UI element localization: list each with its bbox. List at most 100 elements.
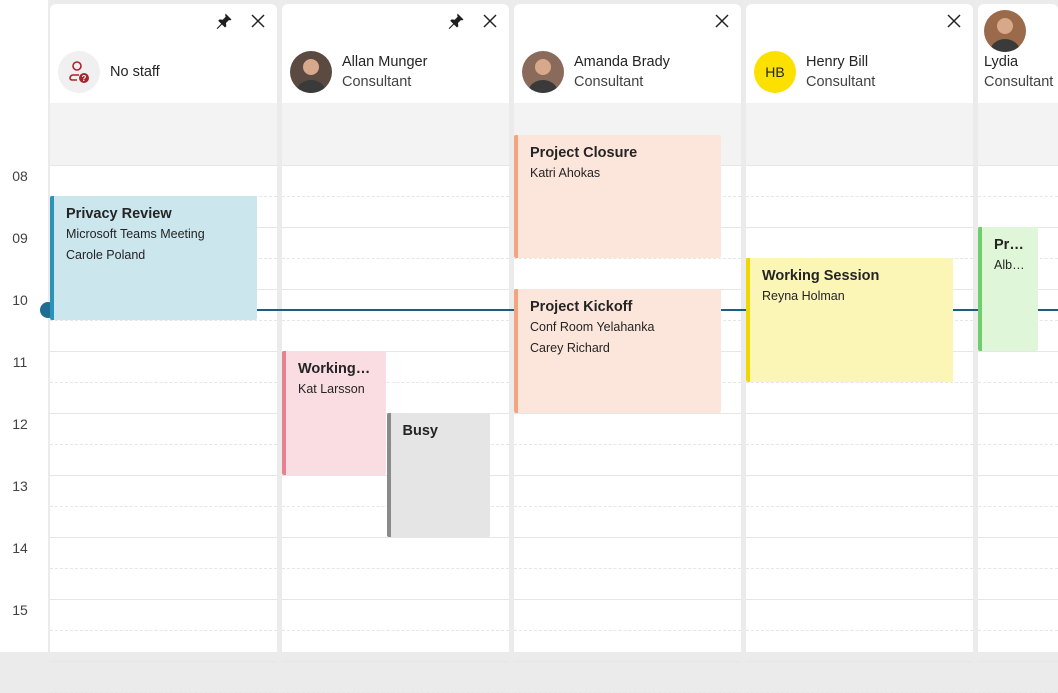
unassigned-person-icon: ? xyxy=(58,51,100,93)
hour-line xyxy=(50,165,277,166)
all-day-band xyxy=(978,103,1058,165)
event-detail: Albert Dudley xyxy=(994,258,1026,272)
half-hour-line xyxy=(50,382,277,383)
hour-line xyxy=(50,599,277,600)
hour-line xyxy=(282,165,509,166)
calendar-event[interactable]: Working Session Reyna Holman xyxy=(746,258,953,382)
hour-line xyxy=(978,599,1058,600)
avatar: HB xyxy=(754,51,796,93)
hour-label: 13 xyxy=(12,478,28,494)
staff-role: Consultant xyxy=(342,74,412,90)
calendar-event[interactable]: Privacy Review Microsoft Teams Meeting Car… xyxy=(50,196,257,320)
event-title: Working Session xyxy=(298,361,374,377)
hour-line xyxy=(978,475,1058,476)
calendar-event[interactable]: Project Closure Katri Ahokas xyxy=(514,135,721,258)
half-hour-line xyxy=(282,568,509,569)
calendar-event[interactable]: Project Closure Albert Dudley xyxy=(978,227,1038,351)
hour-line xyxy=(514,475,741,476)
half-hour-line xyxy=(514,258,741,259)
close-icon[interactable] xyxy=(713,12,731,30)
hour-line xyxy=(514,661,741,662)
event-title: Busy xyxy=(402,423,438,439)
column-header: Amanda Brady Consultant xyxy=(514,4,741,103)
event-detail: Carey Richard xyxy=(530,341,610,355)
time-gutter: 08 09 10 11 12 13 14 15 xyxy=(0,0,48,652)
staff-name: Henry Bill xyxy=(806,54,869,70)
event-title: Privacy Review xyxy=(66,206,172,222)
close-icon[interactable] xyxy=(945,12,963,30)
half-hour-line xyxy=(50,506,277,507)
hour-line xyxy=(978,661,1058,662)
event-title: Working Session xyxy=(762,268,880,284)
half-hour-line xyxy=(514,444,741,445)
staff-info[interactable]: Amanda Brady Consultant xyxy=(522,51,670,93)
hour-line xyxy=(746,413,973,414)
hour-line xyxy=(514,599,741,600)
hour-line xyxy=(746,537,973,538)
half-hour-line xyxy=(746,196,973,197)
pin-icon[interactable] xyxy=(447,12,465,30)
close-icon[interactable] xyxy=(481,12,499,30)
hour-line xyxy=(978,413,1058,414)
avatar-initials: HB xyxy=(765,64,785,80)
staff-info[interactable]: Lydia Consultant xyxy=(984,10,1053,92)
hour-line xyxy=(746,599,973,600)
column-actions xyxy=(215,12,267,30)
hour-label: 08 xyxy=(12,168,28,184)
calendar-event[interactable]: Working Session Kat Larsson xyxy=(282,351,386,475)
avatar xyxy=(984,10,1026,52)
avatar xyxy=(522,51,564,93)
event-detail: Conf Room Yelahanka xyxy=(530,320,655,334)
close-icon[interactable] xyxy=(249,12,267,30)
hour-line xyxy=(746,227,973,228)
staff-info[interactable]: ? No staff xyxy=(58,51,160,93)
hour-label: 11 xyxy=(12,354,28,370)
half-hour-line xyxy=(746,630,973,631)
half-hour-line xyxy=(978,630,1058,631)
avatar xyxy=(290,51,332,93)
column-header: Allan Munger Consultant xyxy=(282,4,509,103)
staff-column: ? No staff xyxy=(50,4,277,693)
column-header: Lydia Consultant xyxy=(978,4,1058,103)
column-actions xyxy=(713,12,731,30)
calendar-event[interactable]: Project Kickoff Conf Room Yelahanka Carey … xyxy=(514,289,721,413)
pin-icon[interactable] xyxy=(215,12,233,30)
half-hour-line xyxy=(746,506,973,507)
event-detail: Carole Poland xyxy=(66,248,146,262)
hour-line xyxy=(746,165,973,166)
all-day-band xyxy=(282,103,509,165)
staff-text: No staff xyxy=(100,62,160,82)
svg-text:?: ? xyxy=(82,74,87,83)
staff-text: Amanda Brady Consultant xyxy=(564,52,670,92)
half-hour-line xyxy=(978,568,1058,569)
hour-line xyxy=(50,351,277,352)
hour-label: 14 xyxy=(12,540,28,556)
column-actions xyxy=(945,12,963,30)
event-title: Project Closure xyxy=(994,237,1026,253)
hour-line xyxy=(978,537,1058,538)
staff-text: Allan Munger Consultant xyxy=(332,52,427,92)
staff-text: Henry Bill Consultant xyxy=(796,52,875,92)
hour-line xyxy=(282,289,509,290)
half-hour-line xyxy=(50,320,277,321)
hour-label: 15 xyxy=(12,602,28,618)
calendar-event[interactable]: Busy xyxy=(386,413,490,537)
staff-column: Allan Munger Consultant xyxy=(282,4,509,693)
hour-line xyxy=(282,599,509,600)
hour-line xyxy=(50,413,277,414)
staff-info[interactable]: HB Henry Bill Consultant xyxy=(754,51,875,93)
staff-role: Consultant xyxy=(806,74,876,90)
half-hour-line xyxy=(978,444,1058,445)
half-hour-line xyxy=(282,630,509,631)
hour-line xyxy=(746,661,973,662)
hour-line xyxy=(50,661,277,662)
event-detail: Microsoft Teams Meeting xyxy=(66,227,205,241)
staff-name: Allan Munger xyxy=(342,54,428,70)
half-hour-line xyxy=(746,382,973,383)
staff-role: Consultant xyxy=(984,74,1054,90)
hour-line xyxy=(746,475,973,476)
hour-line xyxy=(514,413,741,414)
half-hour-line xyxy=(282,320,509,321)
event-title: Project Kickoff xyxy=(530,299,633,315)
staff-info[interactable]: Allan Munger Consultant xyxy=(290,51,427,93)
